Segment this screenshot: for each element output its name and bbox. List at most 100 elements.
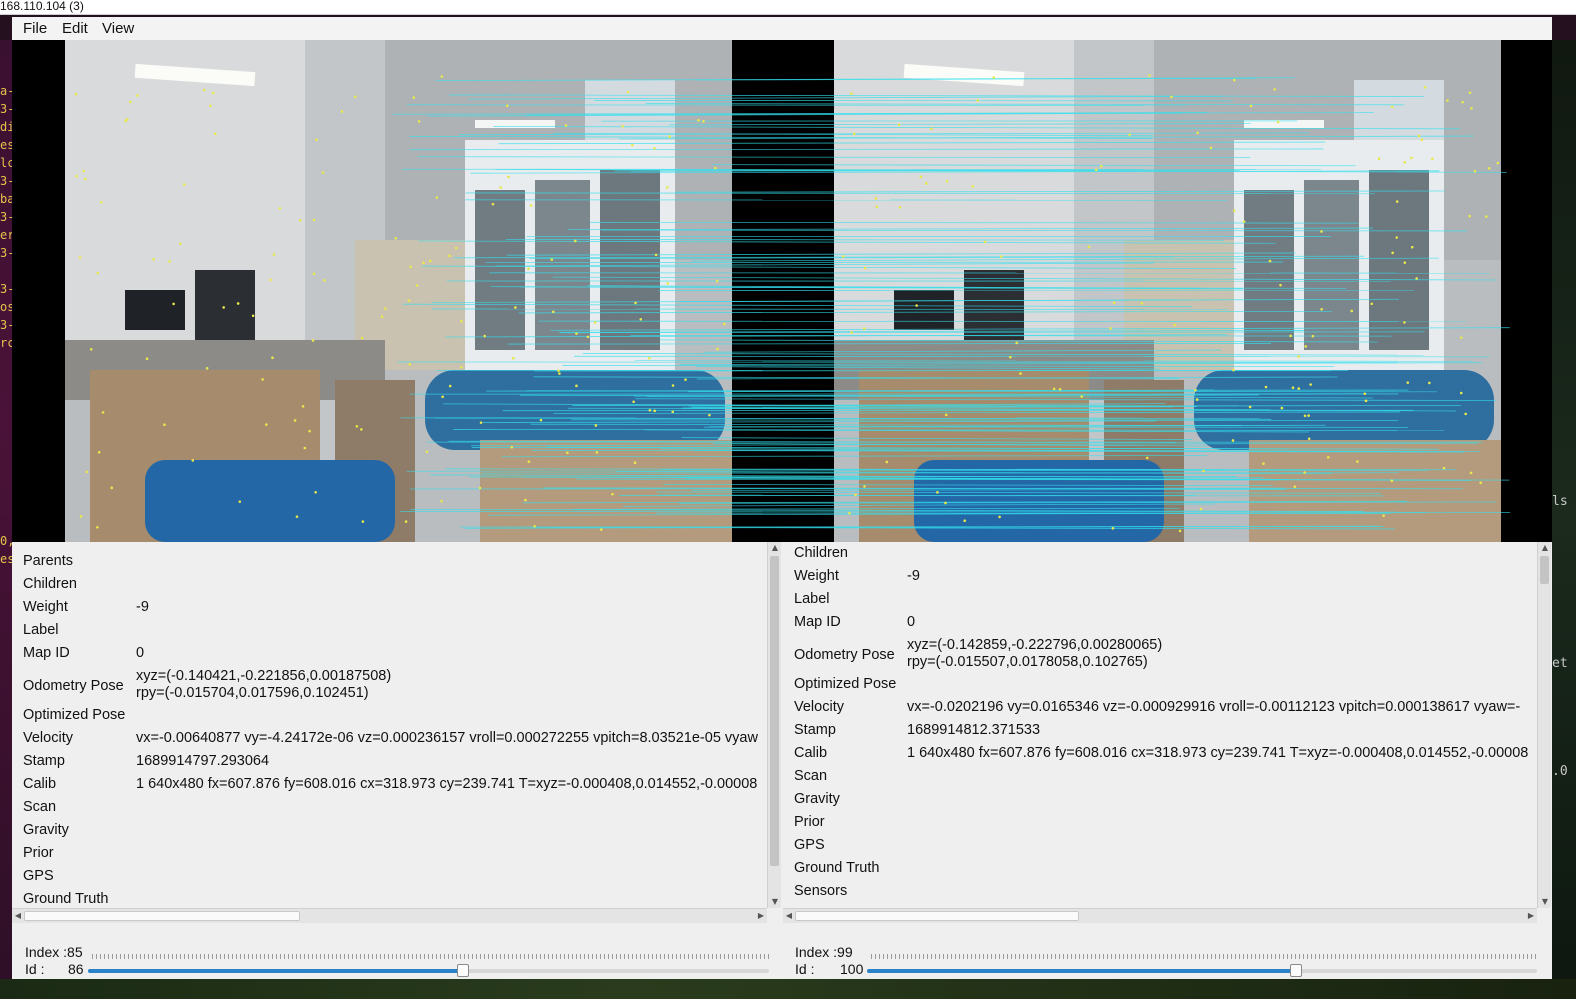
feature-point xyxy=(897,123,901,126)
right-vertical-scrollbar[interactable]: ▲ ▼ xyxy=(1537,542,1551,908)
feature-point xyxy=(1173,323,1176,327)
menu-edit[interactable]: Edit xyxy=(62,20,88,37)
info-row-stamp: Stamp 1689914797.293064 xyxy=(23,753,763,773)
feature-point xyxy=(527,460,531,463)
feature-point xyxy=(1202,469,1205,473)
feature-match-line xyxy=(571,419,1399,421)
feature-point xyxy=(595,451,599,454)
info-row-scan: Scan xyxy=(23,799,763,819)
left-node-slider[interactable] xyxy=(88,964,769,977)
feature-point xyxy=(417,120,421,123)
right-horizontal-scroll-thumb[interactable] xyxy=(795,911,1079,921)
feature-point xyxy=(110,486,114,490)
feature-point xyxy=(1395,236,1399,239)
info-value: -9 xyxy=(907,568,920,584)
right-slider-ticks xyxy=(871,954,1537,959)
feature-point xyxy=(862,327,866,331)
feature-point xyxy=(1468,91,1472,95)
scroll-left-arrow-icon[interactable]: ◀ xyxy=(783,909,795,923)
info-value: 1 640x480 fx=607.876 fy=608.016 cx=318.9… xyxy=(907,745,1529,761)
feature-point xyxy=(1403,160,1407,164)
info-row-odometry-pose: Odometry Pose xyz=(-0.142859,-0.222796,0.… xyxy=(794,637,1534,675)
scroll-left-arrow-icon[interactable]: ◀ xyxy=(12,909,24,923)
left-vertical-scroll-thumb[interactable] xyxy=(770,556,779,866)
feature-match-line xyxy=(505,238,1225,241)
left-vertical-scrollbar[interactable]: ▲ ▼ xyxy=(767,542,781,908)
window-title-bar[interactable]: 168.110.104 (3) xyxy=(0,0,1576,15)
feature-point xyxy=(634,301,637,305)
feature-point xyxy=(312,218,316,222)
feature-point xyxy=(271,356,274,360)
image-comparison-view[interactable] xyxy=(12,40,1552,542)
feature-point xyxy=(361,520,365,523)
scroll-right-arrow-icon[interactable]: ▶ xyxy=(1525,909,1537,923)
feature-point xyxy=(84,177,87,181)
right-node-slider[interactable] xyxy=(867,964,1537,977)
feature-point xyxy=(272,253,276,256)
desktop-background-bottom xyxy=(0,979,1576,999)
right-horizontal-scrollbar[interactable]: ◀ ▶ xyxy=(783,908,1537,923)
feature-point xyxy=(850,92,853,96)
left-horizontal-scroll-thumb[interactable] xyxy=(24,911,300,921)
feature-point xyxy=(1262,462,1265,465)
feature-point xyxy=(238,500,242,503)
feature-match-line xyxy=(453,429,1445,431)
feature-point xyxy=(172,302,175,306)
feature-point xyxy=(1058,388,1062,391)
feature-point xyxy=(1297,355,1300,358)
feature-match-line xyxy=(691,489,1287,491)
feature-point xyxy=(697,118,700,122)
feature-point xyxy=(295,515,299,518)
right-slider-fill xyxy=(867,969,1296,973)
right-id-value: 100 xyxy=(840,961,864,977)
feature-point xyxy=(527,267,530,271)
info-key: Stamp xyxy=(23,753,65,769)
feature-point xyxy=(633,461,637,465)
info-row-label: Label xyxy=(794,591,1534,611)
info-key: Scan xyxy=(794,768,828,784)
feature-point xyxy=(412,96,416,99)
feature-point xyxy=(714,166,717,170)
info-key: Gravity xyxy=(23,822,69,838)
feature-point xyxy=(168,260,171,263)
feature-point xyxy=(89,348,93,351)
feature-point xyxy=(648,408,652,412)
scroll-down-arrow-icon[interactable]: ▼ xyxy=(768,896,782,908)
left-horizontal-scrollbar[interactable]: ◀ ▶ xyxy=(12,908,767,923)
feature-match-line xyxy=(435,77,1296,81)
feature-point xyxy=(875,205,879,209)
feature-point xyxy=(550,258,554,261)
feature-point xyxy=(983,240,987,244)
right-vertical-scroll-thumb[interactable] xyxy=(1540,556,1549,584)
menu-view[interactable]: View xyxy=(102,20,134,37)
feature-point xyxy=(1356,460,1359,463)
feature-point xyxy=(1232,209,1236,212)
feature-match-line xyxy=(493,126,1461,130)
right-node-info-panel[interactable]: Children Weight -9 Label Map ID 0 Odometry Pos… xyxy=(783,542,1552,924)
info-row-weight: Weight -9 xyxy=(23,599,763,619)
info-row-map-id: Map ID 0 xyxy=(23,645,763,665)
info-key: Children xyxy=(794,545,848,561)
scroll-up-arrow-icon[interactable]: ▲ xyxy=(768,542,782,554)
feature-point xyxy=(925,182,928,185)
info-row-odometry-pose: Odometry Pose xyz=(-0.140421,-0.221856,0.… xyxy=(23,668,763,706)
feature-match-line xyxy=(507,343,1272,345)
feature-point xyxy=(919,175,923,179)
feature-match-line xyxy=(678,298,1399,302)
menu-file[interactable]: File xyxy=(23,20,47,37)
feature-point xyxy=(848,511,851,515)
feature-point xyxy=(944,413,948,417)
info-value: -9 xyxy=(136,599,149,615)
info-row-gravity: Gravity xyxy=(794,791,1534,811)
left-node-info-panel[interactable]: Parents Children Weight -9 Label Map ID 0 Odome… xyxy=(12,542,782,924)
right-slider-handle[interactable] xyxy=(1289,964,1302,977)
scroll-down-arrow-icon[interactable]: ▼ xyxy=(1538,896,1552,908)
scroll-right-arrow-icon[interactable]: ▶ xyxy=(755,909,767,923)
feature-point xyxy=(1242,220,1246,223)
feature-point xyxy=(1307,437,1311,441)
left-slider-handle[interactable] xyxy=(456,964,469,977)
feature-point xyxy=(1403,261,1407,264)
scroll-up-arrow-icon[interactable]: ▲ xyxy=(1538,542,1552,554)
info-key: Ground Truth xyxy=(23,891,109,907)
feature-point xyxy=(708,413,711,417)
